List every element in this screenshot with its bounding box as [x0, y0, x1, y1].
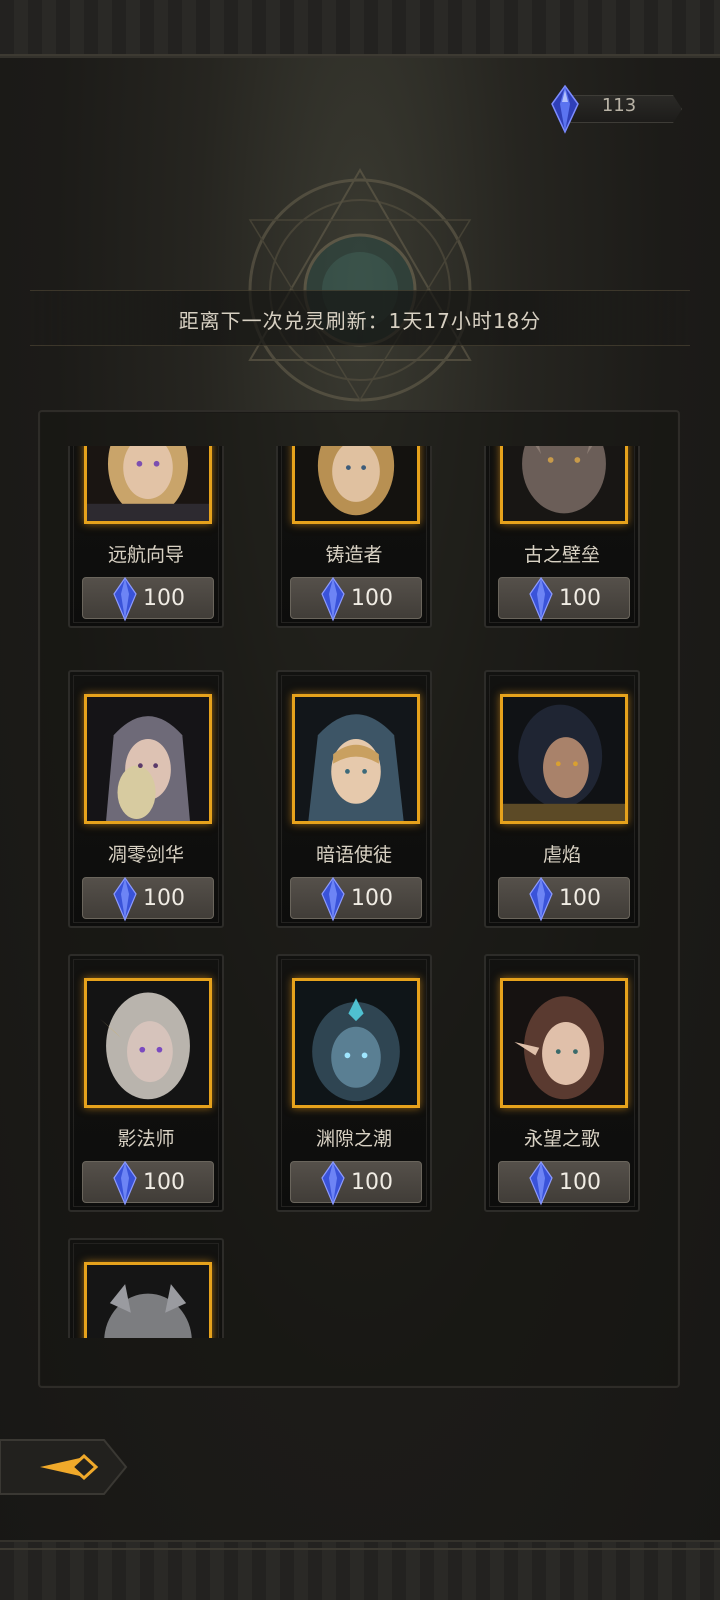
- currency-display: 113: [548, 84, 686, 134]
- hero-name: 铸造者: [325, 544, 383, 566]
- price-value: 100: [143, 1170, 185, 1195]
- hooded-girl-portrait-icon: [292, 694, 420, 824]
- crystal-gem-icon: [113, 1160, 137, 1206]
- hooded-elf-portrait-icon: [84, 694, 212, 824]
- bottom-ornament-border: [0, 1540, 720, 1600]
- hero-card-grid[interactable]: 远航向导 100 铸造者 100 古之壁垒 100 凋零剑华 100 暗语使徒 …: [38, 446, 680, 1338]
- price-value: 100: [559, 1170, 601, 1195]
- buy-button[interactable]: 100: [498, 876, 630, 922]
- buy-button[interactable]: 100: [290, 1160, 422, 1206]
- hero-card[interactable]: 虐焰 100: [484, 670, 640, 928]
- hero-card[interactable]: [68, 1238, 224, 1338]
- sea-creature-portrait-icon: [292, 978, 420, 1108]
- blonde-woman-portrait-icon: [84, 446, 212, 524]
- buy-button[interactable]: 100: [82, 876, 214, 922]
- hero-card[interactable]: 古之壁垒 100: [484, 446, 640, 628]
- crystal-gem-icon: [321, 876, 345, 922]
- hero-card[interactable]: 暗语使徒 100: [276, 670, 432, 928]
- hero-name: 凋零剑华: [107, 844, 184, 866]
- hero-card[interactable]: 影法师 100: [68, 954, 224, 1212]
- price-value: 100: [351, 886, 393, 911]
- crystal-gem-icon: [321, 576, 345, 622]
- buy-button[interactable]: 100: [290, 876, 422, 922]
- divider: [0, 54, 720, 56]
- crystal-gem-icon: [551, 84, 579, 134]
- hero-name: 远航向导: [107, 544, 184, 566]
- hero-card[interactable]: 凋零剑华 100: [68, 670, 224, 928]
- price-value: 100: [143, 586, 185, 611]
- top-ornament-border: [0, 0, 720, 58]
- currency-value: 113: [601, 95, 637, 116]
- buy-button[interactable]: 100: [82, 1160, 214, 1206]
- refresh-timer-text: 距离下一次兑灵刷新：1天17小时18分: [178, 309, 542, 333]
- buy-button[interactable]: 100: [498, 1160, 630, 1206]
- hero-name: 永望之歌: [523, 1128, 600, 1150]
- price-value: 100: [143, 886, 185, 911]
- crystal-gem-icon: [113, 876, 137, 922]
- price-value: 100: [351, 1170, 393, 1195]
- hero-card[interactable]: 铸造者 100: [276, 446, 432, 628]
- hero-name: 虐焰: [542, 844, 581, 866]
- hero-name: 古之壁垒: [523, 544, 600, 566]
- silver-elf-portrait-icon: [84, 978, 212, 1108]
- buy-button[interactable]: 100: [290, 576, 422, 622]
- dark-haired-man-portrait-icon: [500, 694, 628, 824]
- refresh-timer-bar: 距离下一次兑灵刷新：1天17小时18分: [30, 290, 690, 346]
- braided-blonde-portrait-icon: [292, 446, 420, 524]
- hero-name: 影法师: [117, 1128, 175, 1150]
- crystal-gem-icon: [529, 576, 553, 622]
- buy-button[interactable]: 100: [82, 576, 214, 622]
- divider: [0, 1548, 720, 1550]
- crystal-gem-icon: [529, 876, 553, 922]
- hero-card[interactable]: 渊隙之潮 100: [276, 954, 432, 1212]
- price-value: 100: [559, 586, 601, 611]
- buy-button[interactable]: 100: [498, 576, 630, 622]
- elf-woman-portrait-icon: [500, 978, 628, 1108]
- dragon-portrait-icon: [500, 446, 628, 524]
- crystal-gem-icon: [113, 576, 137, 622]
- crystal-gem-icon: [529, 1160, 553, 1206]
- hero-card[interactable]: 永望之歌 100: [484, 954, 640, 1212]
- sanctum-emblem-icon: [248, 168, 472, 402]
- exchange-screen: 113 距离下一次兑灵刷新：1天17小时18分 远航向导 100 铸造者 100…: [0, 0, 720, 1600]
- werewolf-portrait-icon: [84, 1262, 212, 1338]
- back-button[interactable]: [0, 1436, 130, 1498]
- crystal-gem-icon: [321, 1160, 345, 1206]
- hero-card[interactable]: 远航向导 100: [68, 446, 224, 628]
- price-value: 100: [559, 886, 601, 911]
- hero-name: 渊隙之潮: [315, 1128, 392, 1150]
- price-value: 100: [351, 586, 393, 611]
- hero-name: 暗语使徒: [315, 844, 392, 866]
